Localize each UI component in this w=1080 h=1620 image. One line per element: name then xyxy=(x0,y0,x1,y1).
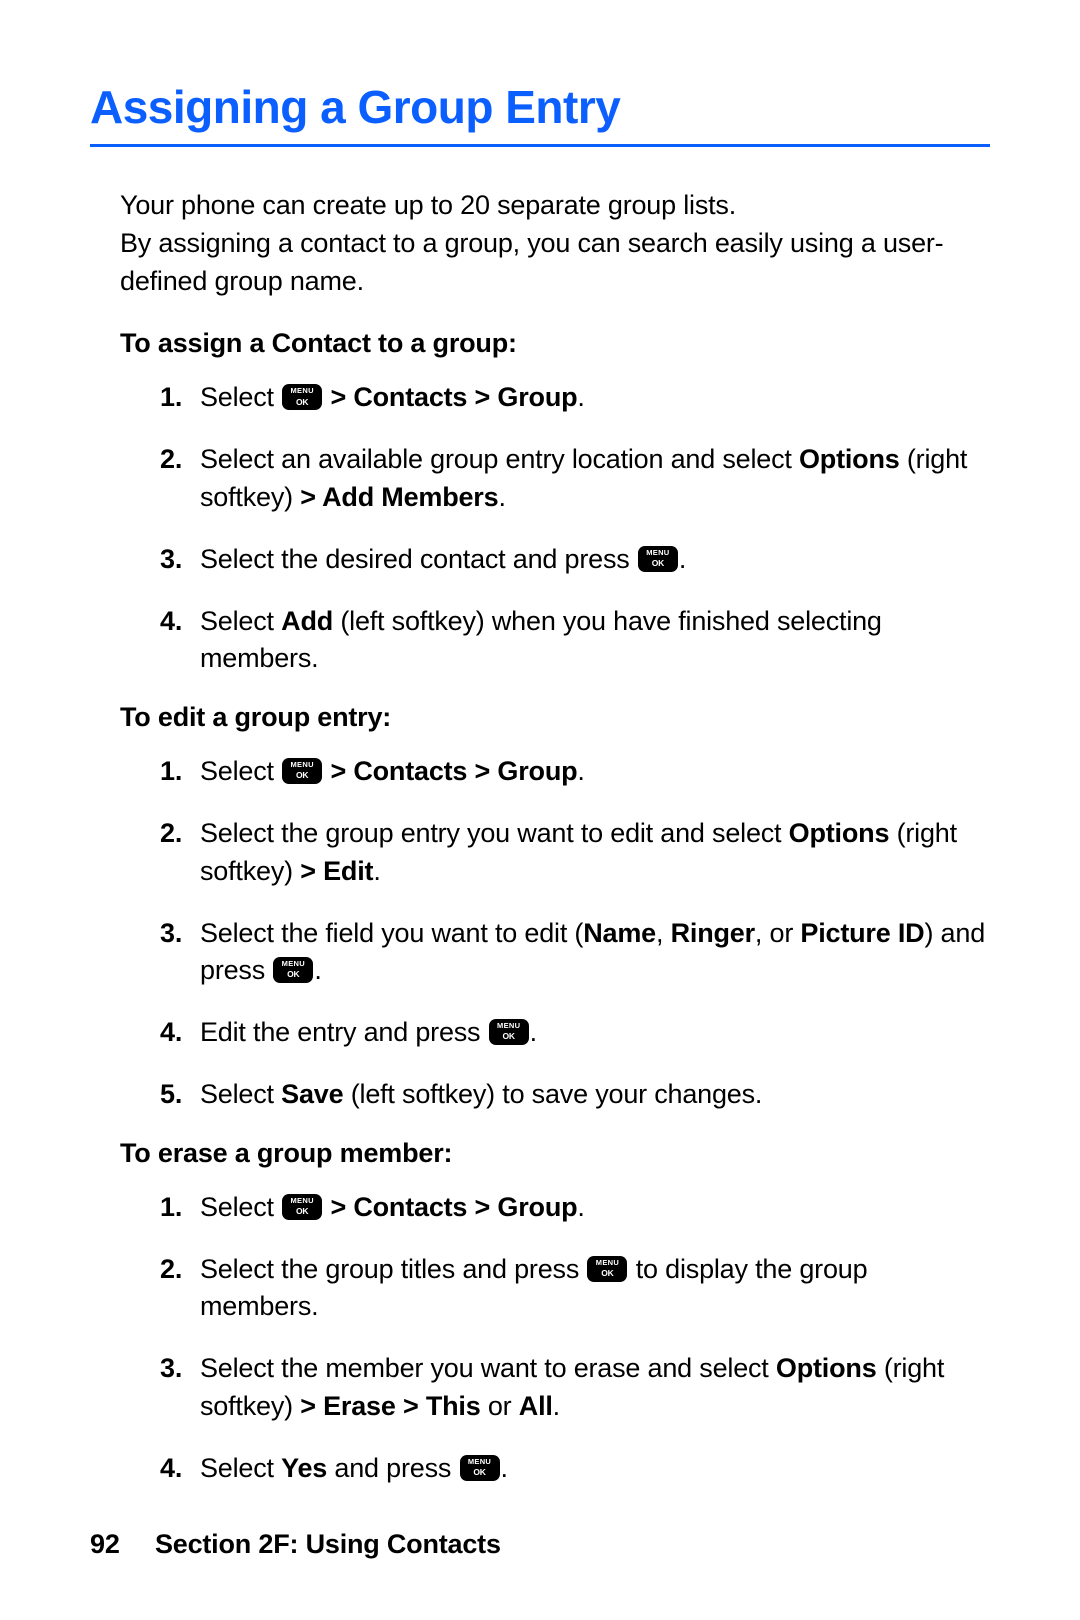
menu-ok-icon xyxy=(282,758,322,784)
bold-run: Options xyxy=(776,1353,877,1383)
step-item: Select the group titles and press to dis… xyxy=(160,1251,990,1327)
text-run: . xyxy=(501,1453,508,1483)
step-item: Select the desired contact and press . xyxy=(160,541,990,579)
step-list: Select > Contacts > Group. Select an avai… xyxy=(160,379,990,678)
text-run: Select xyxy=(200,1079,281,1109)
text-run: . xyxy=(498,482,505,512)
page-number: 92 xyxy=(90,1529,120,1559)
step-item: Select the member you want to erase and … xyxy=(160,1350,990,1426)
bold-run: Ringer xyxy=(671,918,755,948)
bold-run: > Edit xyxy=(300,856,373,886)
bold-run: Save xyxy=(281,1079,343,1109)
sections-container: To assign a Contact to a group: Select > … xyxy=(90,328,990,1487)
menu-ok-icon xyxy=(489,1019,529,1045)
step-item: Select Add (left softkey) when you have … xyxy=(160,603,990,679)
menu-ok-icon xyxy=(638,546,678,572)
text-run: Edit the entry and press xyxy=(200,1017,488,1047)
intro-paragraph: Your phone can create up to 20 separate … xyxy=(120,187,990,300)
menu-ok-icon xyxy=(460,1455,500,1481)
page-title: Assigning a Group Entry xyxy=(90,80,990,147)
section-label: Section 2F: Using Contacts xyxy=(155,1529,501,1559)
menu-ok-icon xyxy=(587,1256,627,1282)
subheading: To erase a group member: xyxy=(120,1138,990,1169)
text-run: Select xyxy=(200,606,281,636)
bold-run: > Contacts > Group xyxy=(330,1192,577,1222)
text-run: . xyxy=(314,955,321,985)
bold-run: Name xyxy=(583,918,656,948)
text-run: , or xyxy=(755,918,801,948)
text-run: . xyxy=(577,1192,584,1222)
menu-ok-icon xyxy=(282,1194,322,1220)
document-page: Assigning a Group Entry Your phone can c… xyxy=(0,0,1080,1620)
page-footer: 92 Section 2F: Using Contacts xyxy=(90,1529,501,1560)
text-run: Select xyxy=(200,756,281,786)
subheading: To edit a group entry: xyxy=(120,702,990,733)
text-run: Select the group entry you want to edit … xyxy=(200,818,789,848)
text-run: . xyxy=(679,544,686,574)
step-item: Select Save (left softkey) to save your … xyxy=(160,1076,990,1114)
bold-run: All xyxy=(519,1391,553,1421)
text-run: Select an available group entry location… xyxy=(200,444,799,474)
text-run: Select xyxy=(200,1192,281,1222)
bold-run: > Add Members xyxy=(300,482,498,512)
text-run: . xyxy=(577,382,584,412)
text-run: Select xyxy=(200,1453,281,1483)
step-item: Select > Contacts > Group. xyxy=(160,753,990,791)
text-run: Select the group titles and press xyxy=(200,1254,586,1284)
bold-run: Options xyxy=(789,818,890,848)
step-list: Select > Contacts > Group. Select the gro… xyxy=(160,1189,990,1488)
text-run: Select the member you want to erase and … xyxy=(200,1353,776,1383)
bold-run: > Contacts > Group xyxy=(330,382,577,412)
menu-ok-icon xyxy=(273,957,313,983)
text-run: . xyxy=(530,1017,537,1047)
text-run: . xyxy=(373,856,380,886)
bold-run: > Contacts > Group xyxy=(330,756,577,786)
text-run: . xyxy=(553,1391,560,1421)
text-run: and press xyxy=(327,1453,458,1483)
bold-run: > Erase > This xyxy=(300,1391,480,1421)
step-item: Select > Contacts > Group. xyxy=(160,1189,990,1227)
bold-run: Add xyxy=(281,606,333,636)
bold-run: Picture ID xyxy=(800,918,924,948)
subheading: To assign a Contact to a group: xyxy=(120,328,990,359)
bold-run: Options xyxy=(799,444,900,474)
text-run: Select the field you want to edit ( xyxy=(200,918,583,948)
step-item: Select the group entry you want to edit … xyxy=(160,815,990,891)
step-item: Select Yes and press . xyxy=(160,1450,990,1488)
step-item: Select > Contacts > Group. xyxy=(160,379,990,417)
step-item: Select an available group entry location… xyxy=(160,441,990,517)
step-list: Select > Contacts > Group. Select the gro… xyxy=(160,753,990,1114)
step-item: Select the field you want to edit (Name,… xyxy=(160,915,990,991)
menu-ok-icon xyxy=(282,384,322,410)
step-item: Edit the entry and press . xyxy=(160,1014,990,1052)
text-run: Select the desired contact and press xyxy=(200,544,637,574)
text-run: , xyxy=(656,918,671,948)
text-run: (left softkey) to save your changes. xyxy=(343,1079,762,1109)
text-run: Select xyxy=(200,382,281,412)
bold-run: Yes xyxy=(281,1453,327,1483)
text-run: . xyxy=(577,756,584,786)
text-run: or xyxy=(481,1391,519,1421)
